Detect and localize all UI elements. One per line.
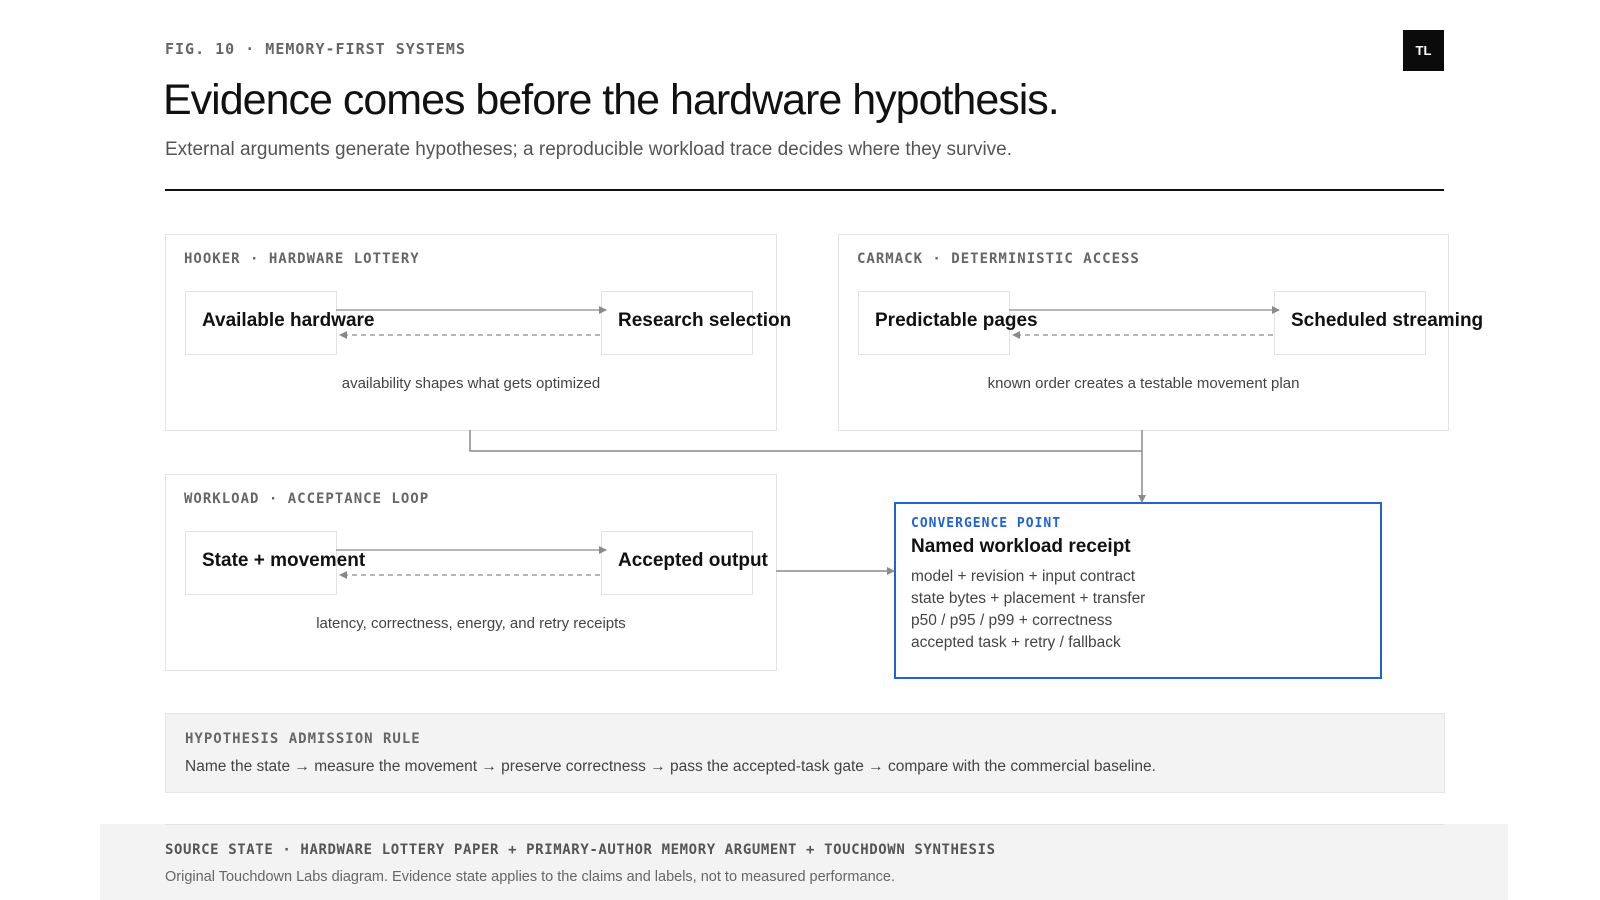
admission-rule-text: Name the state → measure the movement → … <box>185 758 1156 775</box>
admission-rule-label: HYPOTHESIS ADMISSION RULE <box>185 731 421 747</box>
source-note: Original Touchdown Labs diagram. Evidenc… <box>165 869 895 885</box>
admission-rule-box: HYPOTHESIS ADMISSION RULE Name the state… <box>165 713 1445 793</box>
merge-connector <box>469 430 1142 452</box>
footer-divider <box>165 824 1444 825</box>
source-footer: SOURCE STATE · HARDWARE LOTTERY PAPER + … <box>100 824 1508 900</box>
source-state-label: SOURCE STATE · HARDWARE LOTTERY PAPER + … <box>165 842 996 858</box>
